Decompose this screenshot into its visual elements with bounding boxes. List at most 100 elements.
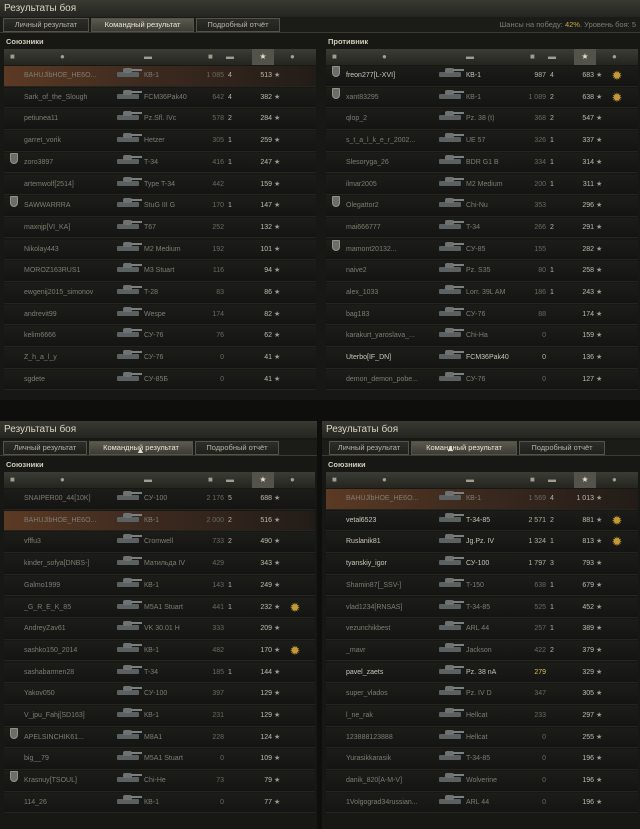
table-row[interactable]: 114_26 КВ-1 0 77 ★ xyxy=(4,792,315,814)
table-row[interactable]: Ruslanik81 Jg.Pz. IV 1 324 1 813 ★ ✹ xyxy=(326,532,638,553)
vehicle-column-icon[interactable]: ▬ xyxy=(144,53,152,61)
table-row[interactable]: andrevit99 Wespe 174 82 ★ xyxy=(4,304,316,326)
table-row[interactable]: tyanskiy_igor СУ-100 1 797 3 793 ★ xyxy=(326,554,638,575)
table-row[interactable]: Krasnuy[TSOUL] Chi-He 73 79 ★ xyxy=(4,771,315,792)
player-column-icon[interactable]: ● xyxy=(60,476,65,484)
table-row[interactable]: garret_vorik Hetzer 305 1 259 ★ xyxy=(4,131,316,152)
damage-column-icon[interactable]: ■ xyxy=(208,476,213,484)
table-row[interactable]: 1Volgograd34russian... ARL 44 0 196 ★ xyxy=(326,792,638,814)
table-row[interactable]: kinder_sofya[DNBS-] Матильда IV 429 343 ★ xyxy=(4,554,315,575)
player-column-icon[interactable]: ● xyxy=(382,53,387,61)
table-row[interactable]: Yurasikkarasik T-34-85 0 196 ★ xyxy=(326,749,638,770)
vehicle-name: Wolverine xyxy=(466,777,497,785)
table-row[interactable]: AndreyZav61 VK 30.01 H 333 209 ★ xyxy=(4,619,315,640)
tab-detailed-report[interactable]: Подробный отчёт xyxy=(196,18,280,32)
mouse-cursor-icon: ▲ xyxy=(136,445,145,455)
table-row[interactable]: Yakov050 СУ-100 397 129 ★ xyxy=(4,684,315,705)
personal-column-icon[interactable]: ● xyxy=(290,476,295,484)
table-row[interactable]: sashko150_2014 КВ-1 482 170 ★ ✹ xyxy=(4,640,315,662)
table-row[interactable]: MOROZ163RUS1 M3 Stuart 116 94 ★ xyxy=(4,261,316,282)
platoon-column-icon[interactable]: ■ xyxy=(10,476,15,484)
table-row[interactable]: _mavr Jackson 422 2 379 ★ xyxy=(326,640,638,662)
tab-team-result[interactable]: Командный результат xyxy=(411,441,517,455)
table-row[interactable]: sashabarmen28 T-34 185 1 144 ★ xyxy=(4,662,315,684)
table-row[interactable]: SAWWARRRA StuG III G 170 1 147 ★ xyxy=(4,196,316,217)
table-row[interactable]: BAHUJlbHOE_HE6O... КВ-1 1 085 4 513 ★ xyxy=(4,66,316,87)
tab-detailed-report[interactable]: Подробный отчёт xyxy=(519,441,605,455)
table-row[interactable]: BAHUJlbHOE_HE6O... КВ-1 2 000 2 516 ★ xyxy=(4,510,315,532)
tab-personal-result[interactable]: Личный результат xyxy=(329,441,409,455)
table-row[interactable]: zoro3897 T-34 416 1 247 ★ xyxy=(4,152,316,174)
tab-personal-result[interactable]: Личный результат xyxy=(3,441,87,455)
table-row[interactable]: bag183 СУ-76 88 174 ★ xyxy=(326,304,638,326)
damage-column-icon[interactable]: ■ xyxy=(530,476,535,484)
tab-team-result[interactable]: Командный результат xyxy=(91,18,194,32)
table-row[interactable]: xant83295 КВ-1 1 089 2 638 ★ ✹ xyxy=(326,87,638,109)
tab-personal-result[interactable]: Личный результат xyxy=(3,18,89,32)
table-row[interactable]: V_jpu_Fahj[SD163] КВ-1 231 129 ★ xyxy=(4,706,315,727)
table-row[interactable]: demon_demon_pobe... СУ-76 0 127 ★ xyxy=(326,369,638,391)
table-row[interactable]: mai666777 T-34 266 2 291 ★ xyxy=(326,217,638,239)
experience-column-star-icon[interactable]: ★ xyxy=(252,472,274,488)
table-row[interactable]: karakurt_yaroslava_... Chi-Ha 0 159 ★ xyxy=(326,326,638,347)
table-row[interactable]: 123888123888 Hellcat 0 255 ★ xyxy=(326,727,638,749)
table-row[interactable]: pavel_zaets Pz. 38 nA 279 329 ★ xyxy=(326,662,638,684)
table-row[interactable]: Z_h_a_l_y СУ-76 0 41 ★ xyxy=(4,348,316,369)
table-row[interactable]: alex_1033 Lorr. 39L AM 186 1 243 ★ xyxy=(326,283,638,304)
table-row[interactable]: Uterbo[IF_DN] FCM36Pak40 0 136 ★ xyxy=(326,348,638,369)
table-row[interactable]: l_ne_rak Hellcat 233 297 ★ xyxy=(326,706,638,727)
vehicle-column-icon[interactable]: ▬ xyxy=(144,476,152,484)
kills-column-icon[interactable]: ▬ xyxy=(226,53,234,61)
table-row[interactable]: Sark_of_the_Slough FCM36Pak40 642 4 382 ★ xyxy=(4,87,316,109)
table-row[interactable]: maxnjp[VI_KA] T67 252 132 ★ xyxy=(4,217,316,239)
table-row[interactable]: _G_R_E_K_85 M5A1 Stuart 441 1 232 ★ ✹ xyxy=(4,597,315,619)
experience-column-star-icon[interactable]: ★ xyxy=(574,472,596,488)
table-row[interactable]: APELSINCHIK61... M8A1 228 124 ★ xyxy=(4,727,315,749)
platoon-column-icon[interactable]: ■ xyxy=(332,53,337,61)
experience-column-star-icon[interactable]: ★ xyxy=(574,49,596,65)
table-row[interactable]: petiunea11 Pz.Sfl. IVc 578 2 284 ★ xyxy=(4,109,316,130)
table-row[interactable]: big__79 M5A1 Stuart 0 109 ★ xyxy=(4,749,315,770)
kills-column-icon[interactable]: ▬ xyxy=(548,476,556,484)
vehicle-column-icon[interactable]: ▬ xyxy=(466,53,474,61)
player-column-icon[interactable]: ● xyxy=(382,476,387,484)
table-row[interactable]: Olegattor2 Chi-Nu 353 296 ★ xyxy=(326,196,638,217)
table-row[interactable]: Slesoryga_26 BDR G1 B 334 1 314 ★ xyxy=(326,152,638,174)
table-row[interactable]: BAHUJlbHOE_HE6O... КВ-1 1 569 4 1 013 ★ xyxy=(326,489,638,510)
table-row[interactable]: vlad1234[RNSAS] T-34-85 525 1 452 ★ xyxy=(326,597,638,619)
player-name: vezunchikbest xyxy=(346,625,391,633)
table-row[interactable]: naive2 Pz. S35 80 1 258 ★ xyxy=(326,261,638,282)
personal-column-icon[interactable]: ● xyxy=(612,476,617,484)
personal-column-icon[interactable]: ● xyxy=(612,53,617,61)
table-row[interactable]: artemwolf[2514] Type T-34 442 159 ★ xyxy=(4,174,316,196)
table-row[interactable]: SNAIPER00_44[10K] СУ-100 2 176 5 688 ★ xyxy=(4,489,315,510)
table-row[interactable]: danik_820[A-M-V] Wolverine 0 196 ★ xyxy=(326,771,638,792)
table-row[interactable]: qlop_2 Pz. 38 (t) 368 2 547 ★ xyxy=(326,109,638,130)
table-row[interactable]: ewgenij2015_simonov T-28 83 86 ★ xyxy=(4,283,316,304)
table-row[interactable]: Shamin87[_SSV-] T-150 638 1 679 ★ xyxy=(326,575,638,597)
table-row[interactable]: super_vlados Pz. IV D 347 305 ★ xyxy=(326,684,638,705)
kills-column-icon[interactable]: ▬ xyxy=(548,53,556,61)
table-row[interactable]: Nikolay443 M2 Medium 192 101 ★ xyxy=(4,239,316,261)
kills-column-icon[interactable]: ▬ xyxy=(226,476,234,484)
damage-column-icon[interactable]: ■ xyxy=(208,53,213,61)
table-row[interactable]: s_t_a_l_k_e_r_2002... UE 57 326 1 337 ★ xyxy=(326,131,638,152)
table-row[interactable]: freon277[L-XVI] КВ-1 987 4 683 ★ ✹ xyxy=(326,66,638,87)
table-row[interactable]: mamont20132... СУ-85 155 282 ★ xyxy=(326,239,638,261)
tab-detailed-report[interactable]: Подробный отчёт xyxy=(195,441,279,455)
platoon-column-icon[interactable]: ■ xyxy=(332,476,337,484)
platoon-column-icon[interactable]: ■ xyxy=(10,53,15,61)
damage-value: 733 xyxy=(212,538,224,546)
vehicle-column-icon[interactable]: ▬ xyxy=(466,476,474,484)
experience-column-star-icon[interactable]: ★ xyxy=(252,49,274,65)
personal-column-icon[interactable]: ● xyxy=(290,53,295,61)
table-row[interactable]: vfffu3 Cromwell 733 2 490 ★ xyxy=(4,532,315,553)
player-column-icon[interactable]: ● xyxy=(60,53,65,61)
damage-column-icon[interactable]: ■ xyxy=(530,53,535,61)
table-row[interactable]: vezunchikbest ARL 44 257 1 389 ★ xyxy=(326,619,638,640)
table-row[interactable]: sgdete СУ-85Б 0 41 ★ xyxy=(4,369,316,391)
table-row[interactable]: Galmo1999 КВ-1 143 1 249 ★ xyxy=(4,575,315,597)
table-row[interactable]: vetal6523 T-34-85 2 571 2 881 ★ ✹ xyxy=(326,510,638,532)
table-row[interactable]: ilmar2005 M2 Medium 200 1 311 ★ xyxy=(326,174,638,196)
table-row[interactable]: kelim6666 СУ-76 76 62 ★ xyxy=(4,326,316,347)
